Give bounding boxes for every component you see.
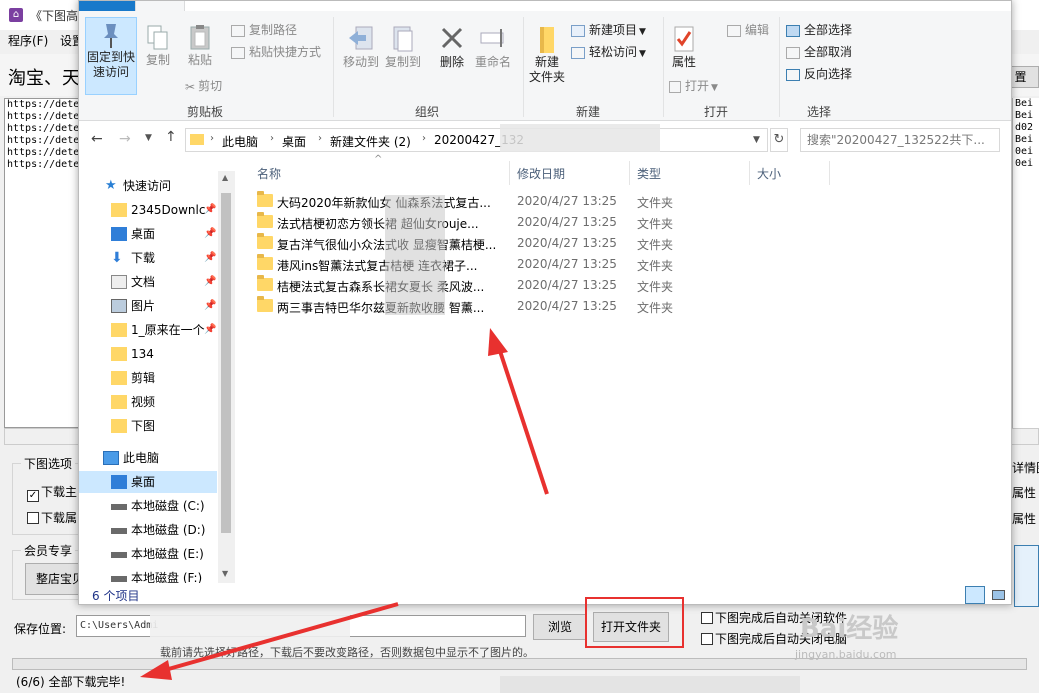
annotation-arrow-down: [164, 602, 399, 672]
annotation-arrowhead: [140, 660, 172, 680]
annotation-arrows: [140, 328, 549, 680]
annotation-arrow-up: [496, 344, 549, 495]
annotation-arrowhead: [488, 328, 508, 356]
